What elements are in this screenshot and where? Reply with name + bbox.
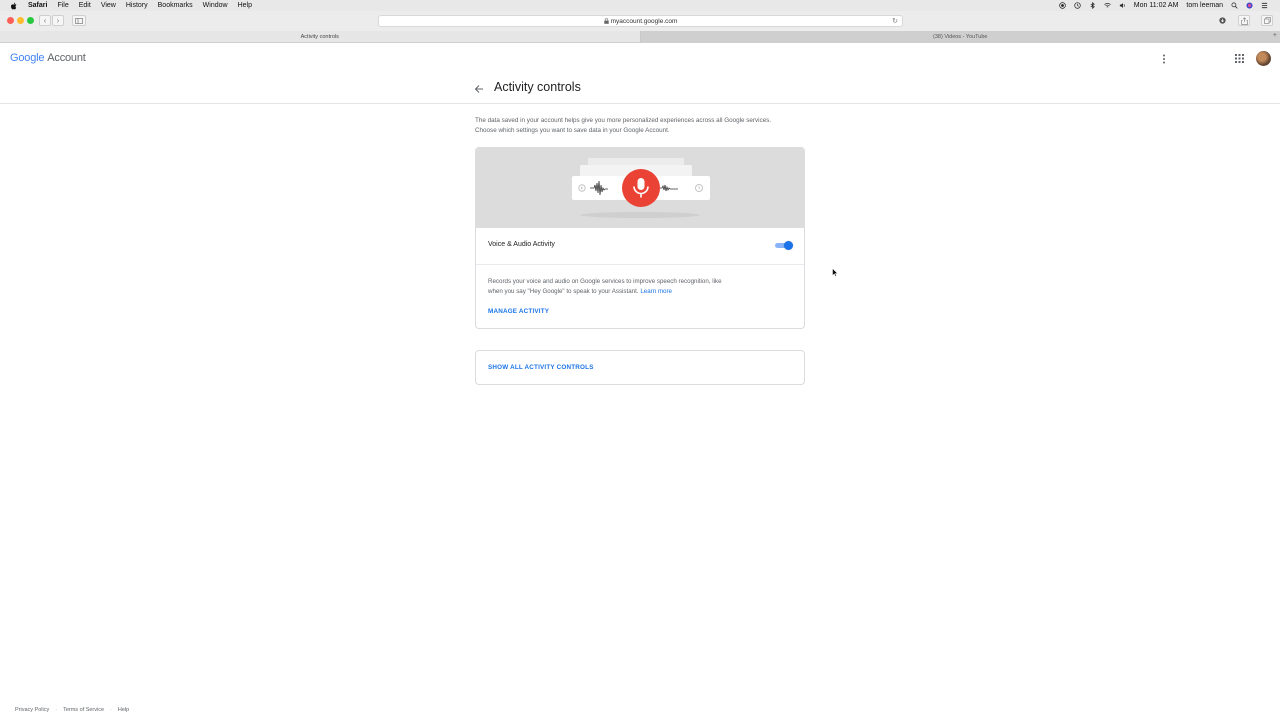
menu-clock[interactable]: Mon 11:02 AM: [1134, 2, 1179, 9]
show-all-card: SHOW ALL ACTIVITY CONTROLS: [475, 350, 805, 385]
voice-audio-toggle[interactable]: [775, 241, 793, 250]
footer-separator: ·: [110, 707, 112, 713]
page-title: Activity controls: [494, 80, 581, 94]
google-account-logo[interactable]: Google Account: [10, 52, 86, 64]
google-account-header: Google Account: [0, 43, 1280, 104]
learn-more-link[interactable]: Learn more: [640, 288, 672, 295]
minimize-window-button[interactable]: [17, 17, 24, 24]
google-wordmark: Google: [10, 52, 45, 64]
volume-icon[interactable]: [1119, 2, 1126, 9]
footer-terms-of-service[interactable]: Terms of Service: [63, 707, 104, 713]
downloads-button[interactable]: [1216, 15, 1228, 26]
mouse-cursor-icon: [832, 268, 838, 277]
more-options-icon[interactable]: [1162, 54, 1166, 64]
tab-bar: Activity controls (38) Videos - YouTube …: [0, 31, 1280, 43]
page-description-line-1: The data saved in your account helps giv…: [475, 117, 772, 124]
footer: Privacy Policy · Terms of Service · Help: [15, 707, 129, 713]
show-tabs-button[interactable]: [1261, 15, 1273, 26]
show-all-activity-controls-link[interactable]: SHOW ALL ACTIVITY CONTROLS: [488, 364, 594, 371]
forward-button[interactable]: ›: [52, 15, 64, 26]
siri-icon[interactable]: [1246, 2, 1253, 9]
footer-help[interactable]: Help: [118, 707, 129, 713]
menu-file[interactable]: File: [57, 2, 68, 9]
back-arrow-icon[interactable]: [474, 84, 484, 94]
tabs-overview-icon: [1263, 17, 1271, 24]
menu-user-name[interactable]: tom leeman: [1186, 2, 1223, 9]
address-bar[interactable]: myaccount.google.com ↻: [378, 15, 903, 27]
apple-logo-icon[interactable]: [10, 2, 18, 10]
record-icon[interactable]: [1059, 2, 1066, 9]
bluetooth-icon[interactable]: [1089, 2, 1096, 9]
setting-description-line-2: when you say "Hey Google" to speak to yo…: [488, 287, 768, 297]
toggle-knob: [784, 241, 793, 250]
tab-activity-controls[interactable]: Activity controls: [0, 31, 641, 42]
wifi-icon[interactable]: [1103, 2, 1111, 9]
menu-help[interactable]: Help: [238, 2, 252, 9]
time-machine-icon[interactable]: [1074, 2, 1081, 9]
menu-edit[interactable]: Edit: [79, 2, 91, 9]
macos-menu-bar: Safari File Edit View History Bookmarks …: [0, 0, 1280, 11]
setting-description-text: when you say "Hey Google" to speak to yo…: [488, 288, 639, 295]
voice-waveform-illustration: [572, 158, 710, 218]
account-wordmark: Account: [47, 52, 86, 64]
spotlight-search-icon[interactable]: [1231, 2, 1238, 9]
setting-label: Voice & Audio Activity: [488, 241, 555, 248]
menu-view[interactable]: View: [101, 2, 116, 9]
menu-window[interactable]: Window: [203, 2, 228, 9]
page-description: The data saved in your account helps giv…: [475, 116, 810, 136]
menu-status-area: Mon 11:02 AM tom leeman: [1059, 0, 1268, 11]
address-bar-url: myaccount.google.com: [610, 17, 678, 25]
share-icon: [1240, 16, 1248, 25]
avatar[interactable]: [1256, 51, 1271, 66]
footer-separator: ·: [55, 707, 58, 713]
menu-history[interactable]: History: [126, 2, 148, 9]
sidebar-toggle-button[interactable]: [72, 15, 86, 26]
voice-illustration: [476, 148, 804, 228]
back-button[interactable]: ‹: [39, 15, 51, 26]
google-apps-icon[interactable]: [1235, 54, 1244, 63]
share-button[interactable]: [1238, 15, 1250, 26]
tab-youtube[interactable]: (38) Videos - YouTube: [640, 31, 1280, 42]
manage-activity-link[interactable]: MANAGE ACTIVITY: [488, 308, 549, 315]
menu-bookmarks[interactable]: Bookmarks: [158, 2, 193, 9]
zoom-window-button[interactable]: [27, 17, 34, 24]
download-icon: [1218, 17, 1226, 24]
chevron-right-icon: ›: [56, 16, 60, 25]
sidebar-icon: [75, 17, 83, 24]
lock-icon: [603, 18, 609, 24]
browser-toolbar: ‹ › myaccount.google.com ↻: [0, 11, 1280, 31]
reload-icon[interactable]: ↻: [892, 17, 898, 25]
voice-audio-activity-card: Voice & Audio Activity Records your voic…: [475, 147, 805, 329]
setting-description: Records your voice and audio on Google s…: [488, 277, 768, 297]
setting-description-line-1: Records your voice and audio on Google s…: [488, 278, 722, 285]
chevron-left-icon: ‹: [43, 16, 47, 25]
page-description-line-2: Choose which settings you want to save d…: [475, 127, 670, 134]
footer-privacy-policy[interactable]: Privacy Policy: [15, 707, 49, 713]
menu-app-name[interactable]: Safari: [28, 2, 47, 9]
notification-center-icon[interactable]: [1261, 2, 1268, 9]
new-tab-icon[interactable]: +: [1273, 32, 1277, 39]
close-window-button[interactable]: [7, 17, 14, 24]
voice-audio-setting-row: Voice & Audio Activity: [476, 228, 804, 265]
